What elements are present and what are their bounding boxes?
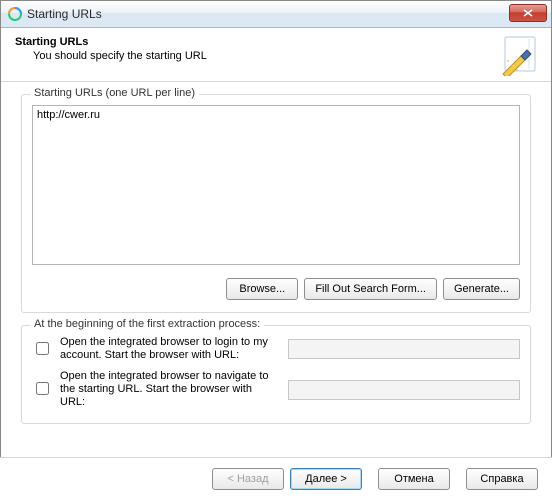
page-title: Starting URLs [15,36,537,48]
content-area: Starting URLs (one URL per line) Browse.… [1,82,551,424]
page-subtitle: You should specify the starting URL [33,50,537,62]
navigate-option-row: Open the integrated browser to navigate … [32,370,520,409]
wizard-header: Starting URLs You should specify the sta… [1,28,551,82]
window-title: Starting URLs [27,7,102,21]
app-icon [7,6,23,22]
next-button[interactable]: Далее > [290,468,362,490]
navigate-url-input[interactable] [288,380,520,400]
first-extraction-legend: At the beginning of the first extraction… [30,318,264,330]
login-url-input[interactable] [288,339,520,359]
cancel-button[interactable]: Отмена [378,468,450,490]
wizard-footer: < Назад Далее > Отмена Справка [0,457,552,502]
first-extraction-group: At the beginning of the first extraction… [21,325,531,424]
url-buttons-row: Browse... Fill Out Search Form... Genera… [32,278,520,300]
close-button[interactable] [509,4,547,22]
login-option-row: Open the integrated browser to login to … [32,336,520,362]
wizard-icon [499,34,541,76]
back-button[interactable]: < Назад [212,468,284,490]
browse-button[interactable]: Browse... [226,278,298,300]
login-option-label: Open the integrated browser to login to … [60,336,280,362]
titlebar: Starting URLs [1,1,551,28]
starting-urls-group: Starting URLs (one URL per line) Browse.… [21,94,531,313]
starting-urls-legend: Starting URLs (one URL per line) [30,87,199,99]
fill-out-search-form-button[interactable]: Fill Out Search Form... [304,278,437,300]
navigate-option-label: Open the integrated browser to navigate … [60,370,280,409]
generate-button[interactable]: Generate... [443,278,520,300]
login-checkbox[interactable] [36,342,49,355]
urls-textarea[interactable] [32,105,520,265]
help-button[interactable]: Справка [466,468,538,490]
navigate-checkbox[interactable] [36,382,49,395]
